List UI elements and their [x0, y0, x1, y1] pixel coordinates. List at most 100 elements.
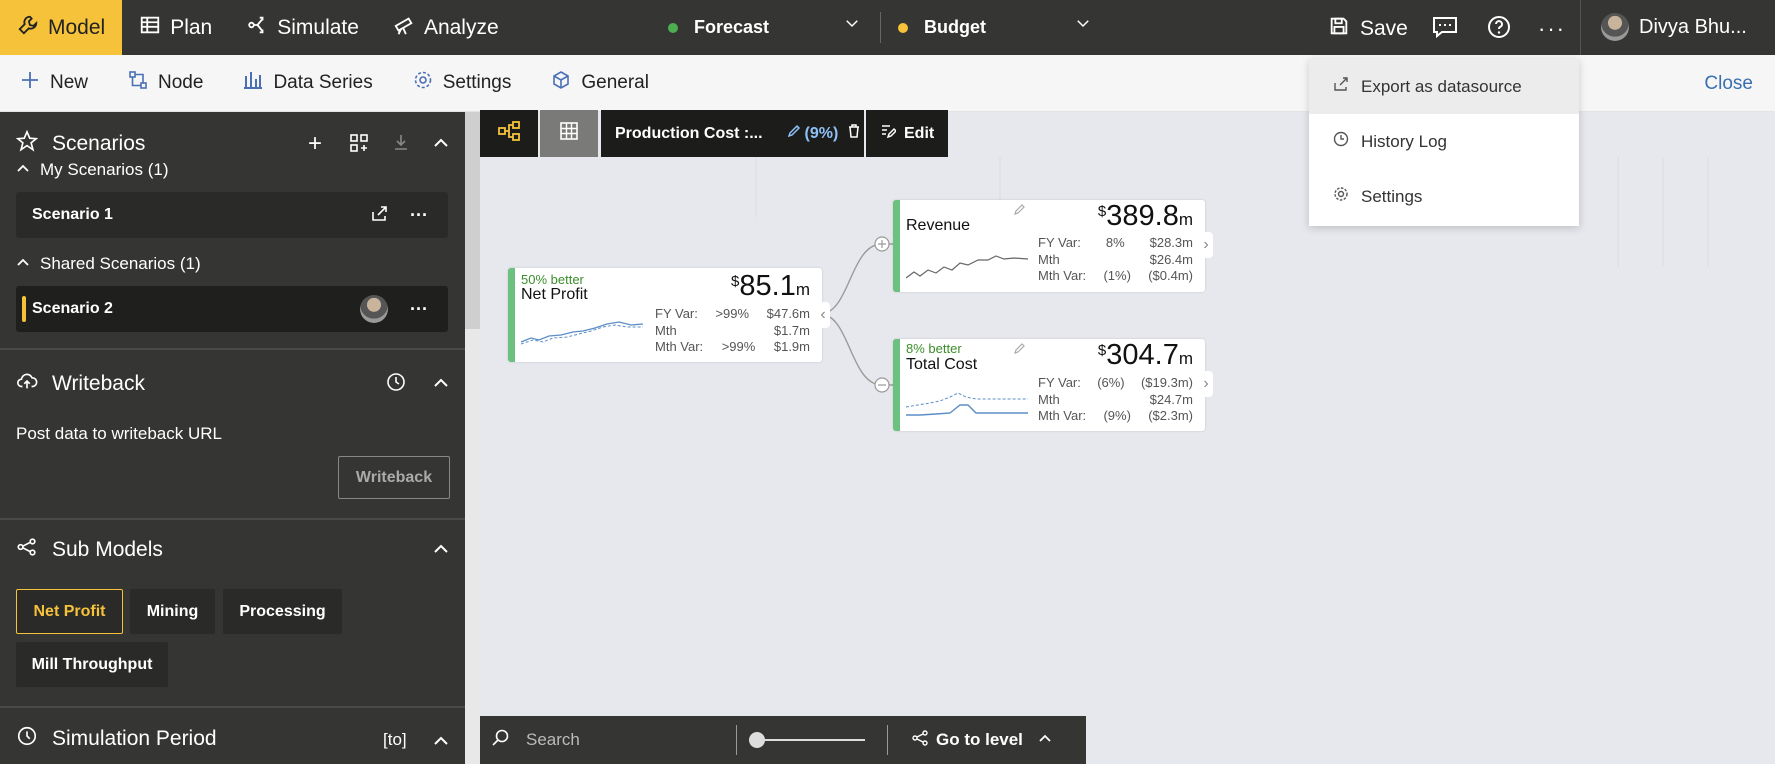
trash-icon[interactable] — [848, 124, 860, 143]
menu-item-history-log[interactable]: History Log — [1309, 114, 1579, 169]
sidebar: Scenarios + My Scenarios (1) Scenario 1 … — [0, 112, 465, 764]
settings-button[interactable]: Settings — [413, 70, 512, 96]
chevron-up-icon[interactable] — [432, 540, 450, 563]
more-icon[interactable]: ··· — [410, 205, 428, 226]
general-button[interactable]: General — [551, 70, 649, 96]
submodel-chip[interactable]: Processing — [223, 589, 342, 634]
pencil-icon[interactable] — [1014, 202, 1026, 220]
tab-plan[interactable]: Plan — [122, 0, 229, 55]
share-icon[interactable] — [370, 204, 388, 227]
my-scenarios-header[interactable]: My Scenarios (1) — [16, 160, 168, 180]
history-icon[interactable] — [386, 372, 406, 397]
chevron-up-icon[interactable] — [432, 732, 450, 755]
scenario-label: Forecast — [694, 17, 770, 37]
star-icon — [15, 129, 39, 158]
edit-label: Edit — [904, 124, 935, 142]
zoom-slider[interactable] — [749, 730, 869, 750]
simulation-period-header: Simulation Period — [16, 725, 217, 753]
node-stats: FY Var: >99% $47.6m Mth $1.7m Mth Var: >99% $… — [655, 306, 810, 356]
new-button[interactable]: New — [20, 70, 88, 96]
data-series-button[interactable]: Data Series — [243, 70, 373, 96]
more-options-menu: Export as datasource History Log Setting… — [1309, 59, 1579, 226]
tab-label: Analyze — [423, 15, 499, 39]
slider-thumb[interactable] — [749, 732, 765, 748]
submodel-chip[interactable]: Net Profit — [16, 589, 123, 634]
more-icon[interactable]: ··· — [1538, 16, 1566, 42]
share-nodes-icon — [16, 536, 38, 564]
shared-scenarios-header[interactable]: Shared Scenarios (1) — [16, 254, 201, 274]
writeback-button[interactable]: Writeback — [338, 456, 450, 499]
data-series-label: Data Series — [273, 72, 373, 93]
node-card-revenue[interactable]: Revenue $389.8m FY Var: 8% $28.3m Mth $26.4… — [893, 200, 1205, 292]
grid-add-icon[interactable] — [350, 134, 368, 157]
node-card-total-cost[interactable]: 8% better Total Cost $304.7m FY Var: (6%)… — [893, 339, 1205, 431]
tab-label: Plan — [170, 15, 213, 39]
node-title: Total Cost — [906, 356, 978, 373]
edit-button[interactable]: Edit — [866, 110, 948, 157]
scenario-row[interactable]: Scenario 1 ··· — [16, 192, 448, 238]
submodel-chip[interactable]: Mill Throughput — [16, 642, 168, 687]
settings-label: Settings — [442, 72, 512, 93]
menu-item-settings[interactable]: Settings — [1309, 169, 1579, 224]
chevron-right-icon[interactable]: › — [1199, 232, 1213, 258]
grid-view-button[interactable] — [540, 110, 598, 157]
grid-icon — [560, 122, 578, 145]
scenario-name: Scenario 2 — [32, 300, 113, 317]
node-card-net-profit[interactable]: 50% better Net Profit $85.1m FY Var: >99%… — [508, 268, 822, 362]
tree-view-button[interactable] — [480, 110, 538, 157]
tab-simulate[interactable]: Simulate — [229, 0, 376, 55]
more-icon[interactable]: ··· — [410, 299, 428, 320]
divider — [736, 725, 737, 755]
node-tree-icon — [128, 70, 148, 96]
chevron-down-icon[interactable] — [843, 14, 861, 37]
filter-label: Production Cost :... — [615, 124, 763, 142]
node-button[interactable]: Node — [128, 70, 203, 96]
node-label: Node — [158, 72, 204, 93]
chevron-up-icon[interactable] — [432, 134, 450, 157]
pencil-icon[interactable] — [1014, 341, 1026, 359]
node-stats: FY Var: (6%) ($19.3m) Mth $24.7m Mth Var: (9… — [1038, 375, 1193, 425]
tab-analyze[interactable]: Analyze — [376, 0, 516, 55]
comment-icon[interactable] — [1432, 15, 1458, 39]
chevron-up-icon[interactable] — [432, 374, 450, 397]
filter-chip[interactable]: Production Cost :... (9%) — [601, 110, 864, 157]
submodel-chip[interactable]: Mining — [130, 589, 215, 634]
canvas-bottom-bar: Search Go to level — [480, 716, 1086, 764]
scenario-row[interactable]: Scenario 2 ··· — [16, 286, 448, 332]
currency: $ — [1097, 203, 1107, 220]
menu-item-export[interactable]: Export as datasource — [1309, 59, 1579, 114]
save-button[interactable]: Save — [1328, 15, 1408, 43]
writeback-description: Post data to writeback URL — [16, 424, 222, 443]
unit: m — [1178, 349, 1193, 368]
scenario-selector-forecast[interactable]: Forecast — [668, 0, 769, 55]
node-value: $85.1m — [731, 270, 810, 303]
go-to-level-button[interactable]: Go to level — [912, 729, 1053, 751]
chevron-up-icon — [16, 254, 30, 274]
value: 85.1 — [739, 270, 796, 302]
simulation-title: Simulation Period — [52, 727, 217, 750]
close-link[interactable]: Close — [1704, 73, 1753, 95]
better-badge: 50% better — [521, 272, 584, 287]
chevron-down-icon[interactable] — [1074, 14, 1092, 37]
search-input[interactable]: Search — [526, 730, 726, 750]
stat-row: Mth $1.7m — [655, 322, 810, 338]
help-icon[interactable] — [1487, 15, 1511, 39]
stat-row: FY Var: (6%) ($19.3m) — [1038, 375, 1193, 390]
chevron-up-icon — [1037, 730, 1053, 751]
chevron-right-icon[interactable]: › — [1199, 371, 1213, 397]
currency: $ — [731, 273, 740, 290]
node-value: $389.8m — [1098, 200, 1193, 233]
chevron-left-icon[interactable]: ‹ — [816, 302, 830, 328]
tab-model[interactable]: Model — [0, 0, 123, 55]
user-menu[interactable]: Divya Bhu... — [1601, 13, 1747, 41]
download-icon[interactable] — [392, 133, 410, 156]
bar-chart-icon — [243, 70, 263, 96]
add-icon[interactable]: + — [308, 130, 322, 158]
stat-row: Mth $24.7m — [1038, 391, 1193, 407]
status-dot — [668, 22, 678, 33]
scenario-selector-budget[interactable]: Budget — [898, 0, 986, 55]
better-badge: 8% better — [906, 341, 962, 356]
scenario-name: Scenario 1 — [32, 206, 113, 223]
scrollbar-thumb[interactable] — [465, 112, 480, 329]
pencil-icon[interactable] — [787, 124, 801, 143]
